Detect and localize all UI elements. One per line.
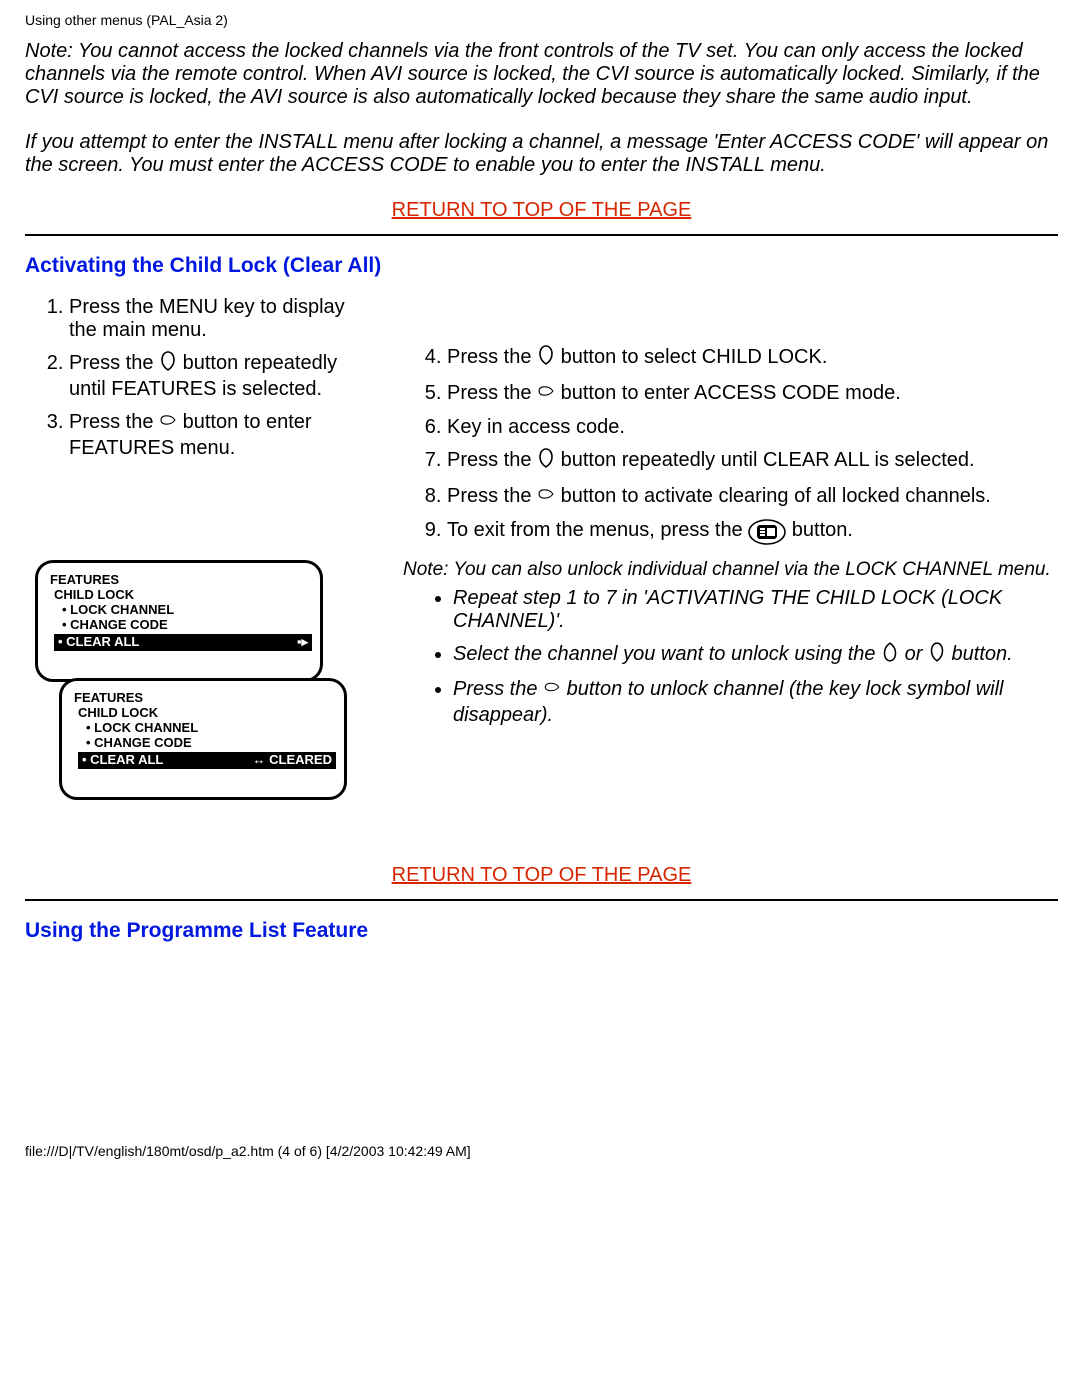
step-7: Press the button repeatedly until CLEAR … (447, 447, 1058, 475)
page-header: Using other menus (PAL_Asia 2) (25, 12, 1058, 28)
step-2: Press the button repeatedly until FEATUR… (69, 350, 373, 401)
divider (25, 234, 1058, 236)
osd-illustration: FEATURES CHILD LOCK • LOCK CHANNEL • CHA… (35, 560, 335, 830)
step-9: To exit from the menus, press the button… (447, 519, 1058, 545)
heading-clear-all: Activating the Child Lock (Clear All) (25, 254, 1058, 278)
down-arrow-icon (537, 447, 555, 475)
right-arrow-icon (537, 380, 555, 408)
footer-path: file:///D|/TV/english/180mt/osd/p_a2.htm… (25, 1143, 1058, 1159)
step-4: Press the button to select CHILD LOCK. (447, 344, 1058, 372)
heading-programme-list: Using the Programme List Feature (25, 919, 1058, 943)
up-arrow-icon (881, 641, 899, 668)
right-arrow-icon (543, 676, 561, 703)
bullet-3: Press the button to unlock channel (the … (453, 676, 1058, 726)
step-1: Press the MENU key to display the main m… (69, 296, 373, 342)
down-arrow-icon (537, 344, 555, 372)
down-arrow-icon (159, 350, 177, 378)
bullet-2: Select the channel you want to unlock us… (453, 641, 1058, 668)
note-locked-channels: Note: You cannot access the locked chann… (25, 40, 1058, 109)
right-arrow-icon (159, 409, 177, 437)
step-5: Press the button to enter ACCESS CODE mo… (447, 380, 1058, 408)
step-6: Key in access code. (447, 416, 1058, 439)
bullet-1: Repeat step 1 to 7 in 'ACTIVATING THE CH… (453, 587, 1058, 633)
return-top-link-2[interactable]: RETURN TO TOP OF THE PAGE (25, 864, 1058, 887)
step-8: Press the button to activate clearing of… (447, 483, 1058, 511)
return-top-link-1[interactable]: RETURN TO TOP OF THE PAGE (25, 199, 1058, 222)
step-3: Press the button to enter FEATURES menu. (69, 409, 373, 460)
note-install-menu: If you attempt to enter the INSTALL menu… (25, 131, 1058, 177)
menu-button-icon (748, 519, 786, 545)
right-arrow-icon (537, 483, 555, 511)
sub-note: Note: You can also unlock individual cha… (403, 559, 1058, 581)
down-arrow-icon (928, 641, 946, 668)
divider (25, 899, 1058, 901)
